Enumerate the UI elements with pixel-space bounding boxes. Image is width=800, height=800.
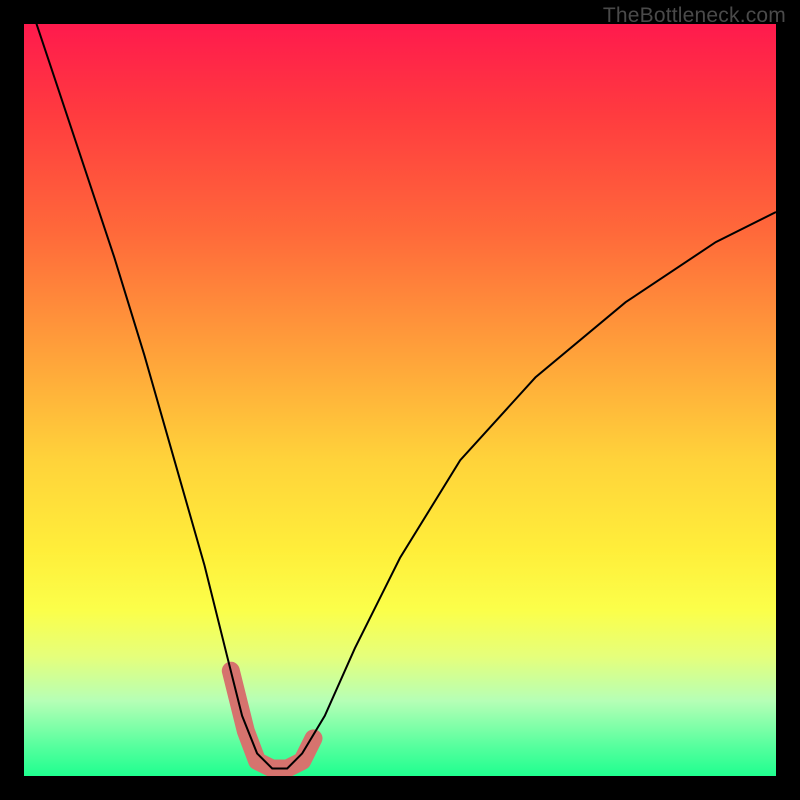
bottleneck-plot [24,24,776,776]
chart-area [24,24,776,776]
watermark-text: TheBottleneck.com [603,4,786,28]
bottleneck-curve [24,24,776,768]
